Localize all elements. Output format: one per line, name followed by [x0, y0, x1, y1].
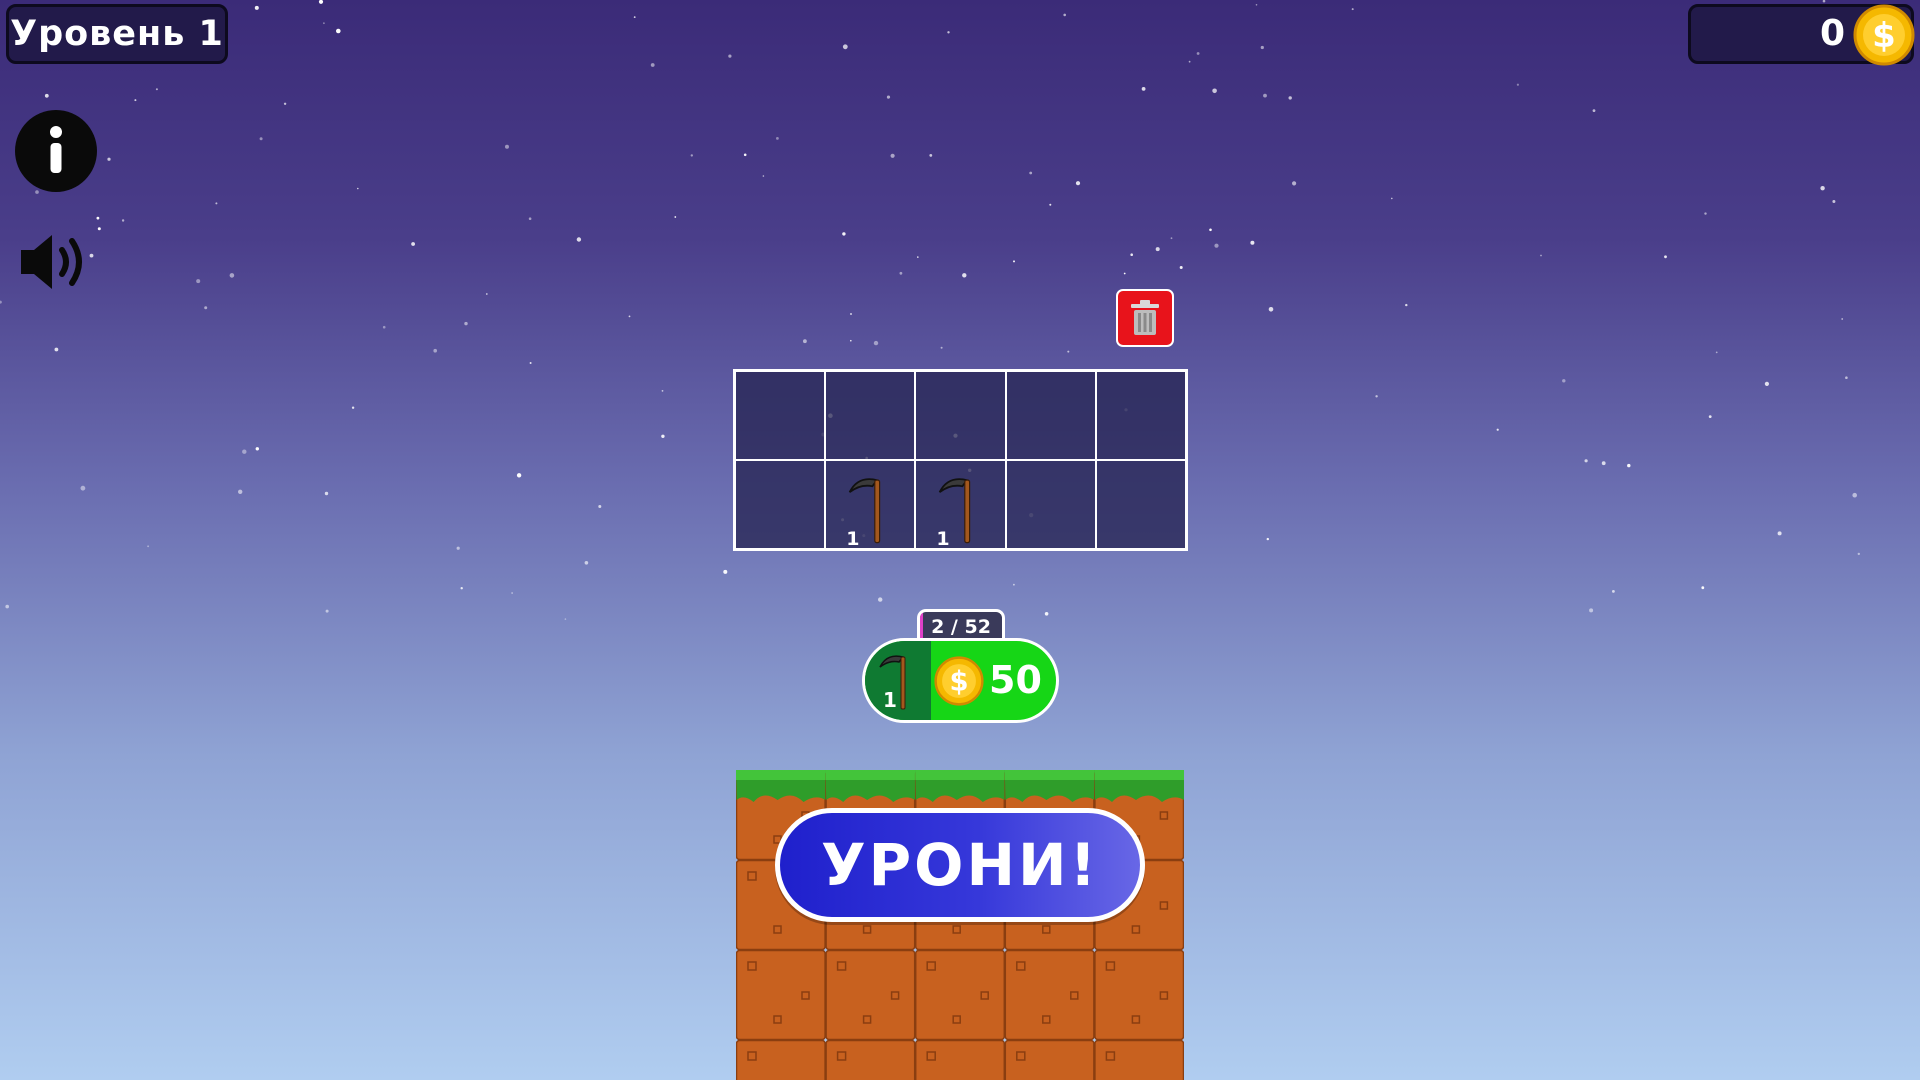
inventory-slot[interactable] [1095, 460, 1186, 549]
trash-icon [1131, 300, 1159, 335]
coin-icon: $ [934, 656, 984, 706]
buy-tool-button[interactable]: 1 $ 50 [862, 638, 1059, 723]
level-label: Уровень 1 [6, 4, 228, 64]
trash-button[interactable] [1116, 289, 1174, 347]
coin-icon: $ [1853, 4, 1915, 66]
svg-text:$: $ [949, 667, 968, 698]
slot-count: 1 [846, 528, 860, 550]
inventory-grid: 11 [733, 369, 1188, 551]
slot-count: 1 [936, 528, 950, 550]
inventory-slot[interactable] [1005, 460, 1096, 549]
buy-item-qty: 1 [883, 688, 897, 712]
inventory-slot[interactable]: 1 [825, 460, 916, 550]
inventory-slot[interactable] [915, 371, 1006, 460]
coin-count: 0 [1819, 13, 1845, 54]
svg-text:$: $ [1872, 16, 1896, 56]
info-button[interactable] [15, 110, 97, 192]
speaker-icon [21, 235, 82, 289]
inventory-slot[interactable] [825, 371, 916, 460]
buy-price: 50 [989, 658, 1042, 702]
inventory-slot[interactable]: 1 [915, 460, 1006, 550]
info-icon [50, 126, 62, 173]
coin-counter: 0 $ [1688, 4, 1915, 66]
buy-item-slot: 1 [865, 641, 931, 720]
inventory-slot[interactable] [735, 371, 826, 460]
drop-button[interactable]: УРОНИ! [775, 808, 1145, 922]
sound-toggle-button[interactable] [18, 230, 94, 294]
inventory-slot[interactable] [1095, 371, 1186, 460]
inventory-slot[interactable] [1005, 371, 1096, 460]
level-text: Уровень 1 [10, 14, 224, 54]
inventory-slot[interactable] [735, 460, 826, 549]
